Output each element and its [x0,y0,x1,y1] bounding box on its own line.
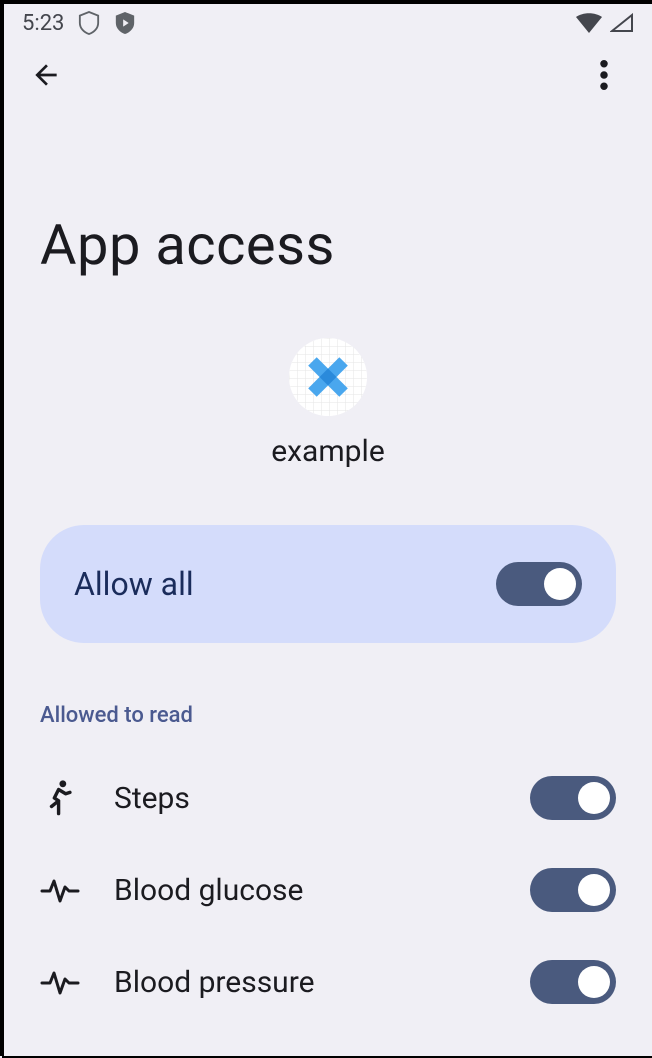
vitals-icon [40,875,80,905]
allow-all-row[interactable]: Allow all [40,525,616,643]
shield-play-icon [114,11,136,35]
permission-toggle-steps[interactable] [530,776,616,820]
shield-outline-icon [78,11,100,35]
wifi-icon [576,13,602,33]
permission-label: Blood glucose [114,873,303,908]
permission-row-steps[interactable]: Steps [4,752,652,844]
permission-label: Steps [114,781,190,816]
app-identity: example [4,338,652,469]
cell-signal-icon [610,13,634,33]
allow-all-toggle[interactable] [496,562,582,606]
status-bar: 5:23 [4,4,652,42]
allow-all-label: Allow all [74,565,194,603]
arrow-back-icon [30,59,62,95]
running-icon [40,779,80,817]
permission-row-blood-pressure[interactable]: Blood pressure [4,936,652,1028]
status-time: 5:23 [22,11,64,36]
permission-toggle-blood-pressure[interactable] [530,960,616,1004]
back-button[interactable] [22,53,70,101]
permission-toggle-blood-glucose[interactable] [530,868,616,912]
permission-row-blood-glucose[interactable]: Blood glucose [4,844,652,936]
overflow-menu-button[interactable] [580,53,628,101]
more-vert-icon [600,60,608,94]
section-header-allowed-to-read: Allowed to read [4,703,652,752]
page-title: App access [4,112,652,338]
permission-label: Blood pressure [114,965,315,1000]
app-name: example [271,434,384,469]
vitals-icon [40,967,80,997]
app-icon [289,338,367,416]
app-bar [4,42,652,112]
